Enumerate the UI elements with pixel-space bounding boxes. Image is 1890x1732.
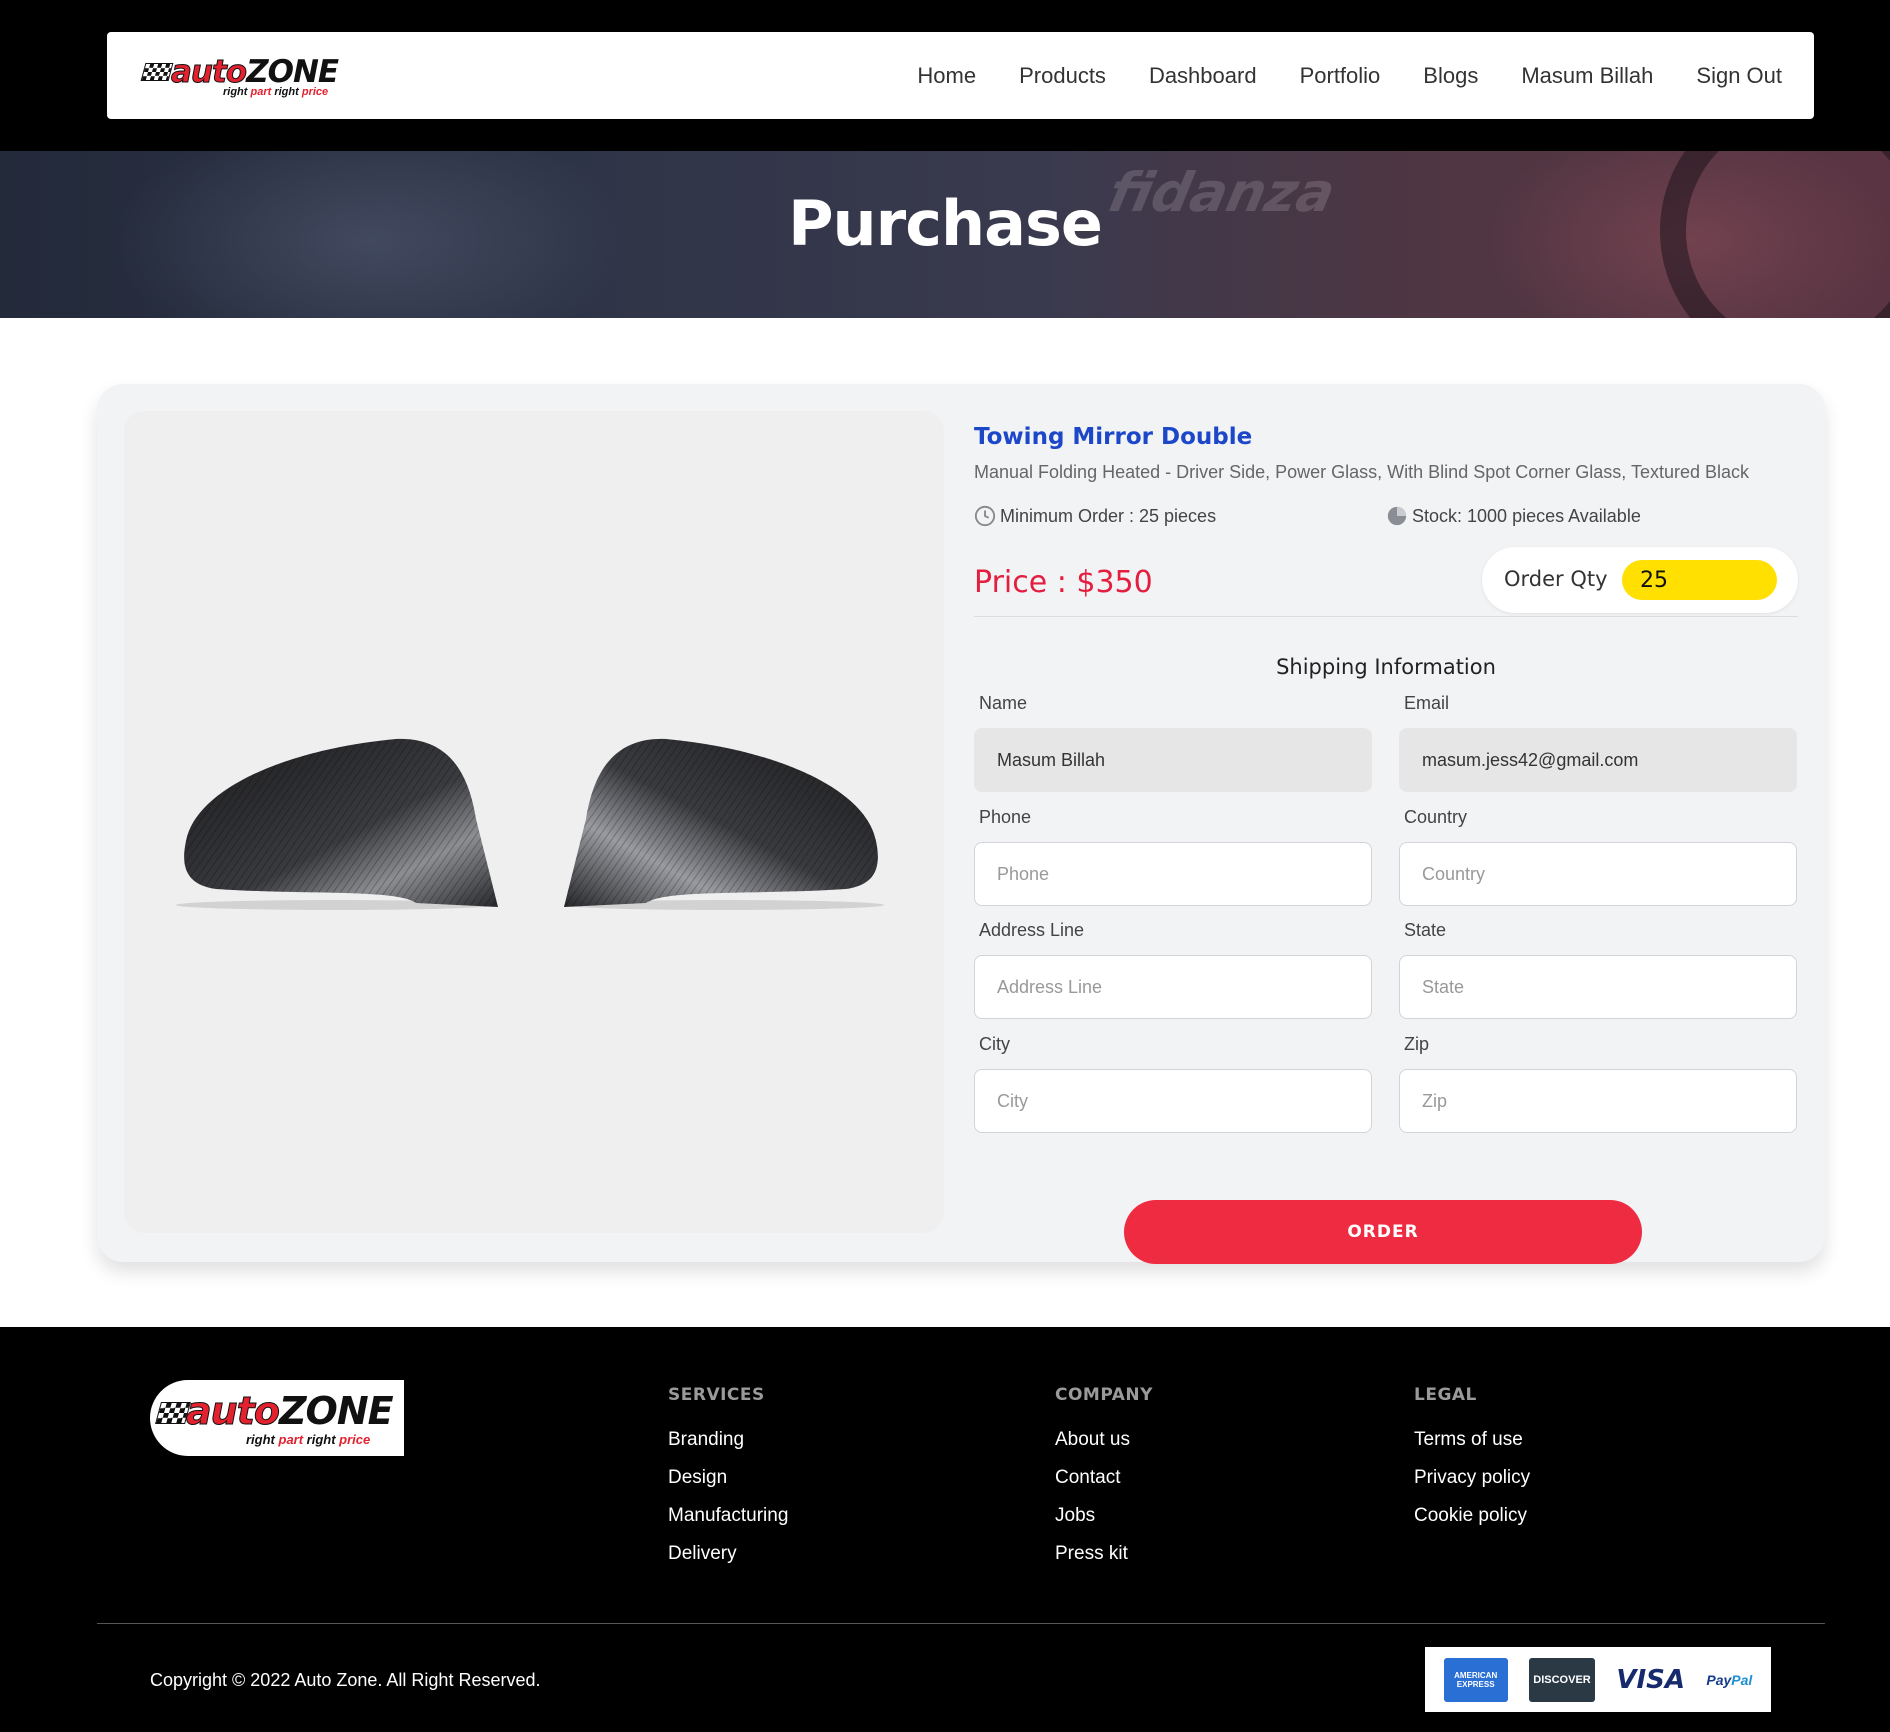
order-qty-control: Order Qty: [1482, 547, 1798, 613]
price-row: Price : $350 Order Qty: [974, 547, 1798, 617]
footer-services-heading: SERVICES: [668, 1385, 765, 1405]
footer-legal: LEGAL Terms of use Privacy policy Cookie…: [1414, 1385, 1530, 1543]
footer-link-design[interactable]: Design: [668, 1467, 788, 1489]
email-field-group: Email: [1399, 693, 1797, 792]
footer-link-terms[interactable]: Terms of use: [1414, 1429, 1530, 1451]
product-title: Towing Mirror Double: [974, 424, 1253, 450]
product-image-mirror-left: [176, 738, 498, 910]
footer-link-jobs[interactable]: Jobs: [1055, 1505, 1153, 1527]
clock-icon: [974, 505, 996, 527]
logo-tagline: right part right price: [223, 86, 329, 98]
country-field-group: Country: [1399, 807, 1797, 906]
paypal-text-1: Pay: [1706, 1671, 1732, 1688]
paypal-text-2: Pal: [1731, 1671, 1753, 1688]
minimum-order-text: Minimum Order : 25 pieces: [1000, 505, 1217, 526]
footer-company-heading: COMPANY: [1055, 1385, 1153, 1405]
product-meta: Minimum Order : 25 pieces Stock: 1000 pi…: [974, 505, 1798, 535]
hero-banner: fidanza Purchase: [0, 151, 1890, 318]
country-label: Country: [1404, 807, 1468, 827]
product-description: Manual Folding Heated - Driver Side, Pow…: [974, 462, 1749, 482]
purchase-card: Towing Mirror Double Manual Folding Heat…: [97, 384, 1825, 1264]
address-input[interactable]: [974, 955, 1372, 1019]
phone-input[interactable]: [974, 842, 1372, 906]
shipping-form: Name Email Phone Country Address Line St…: [974, 693, 1798, 1143]
shipping-title: Shipping Information: [1276, 655, 1496, 679]
footer-logo-wordmark: autoZONE: [186, 1389, 394, 1433]
footer-company: COMPANY About us Contact Jobs Press kit: [1055, 1385, 1153, 1581]
address-label: Address Line: [979, 920, 1085, 940]
name-field-group: Name: [974, 693, 1372, 792]
page-title: Purchase: [788, 187, 1103, 260]
footer-link-delivery[interactable]: Delivery: [668, 1543, 788, 1565]
logo-wordmark: autoZONE: [170, 54, 339, 91]
visa-icon: VISA: [1616, 1664, 1686, 1695]
footer: autoZONE right part right price SERVICES…: [0, 1327, 1890, 1732]
country-input[interactable]: [1399, 842, 1797, 906]
checkered-flag-icon: [140, 63, 174, 81]
nav-products[interactable]: Products: [1019, 63, 1106, 89]
phone-label: Phone: [979, 807, 1032, 827]
copyright-text: Copyright © 2022 Auto Zone. All Right Re…: [150, 1670, 541, 1690]
footer-divider: [97, 1623, 1825, 1624]
zip-field-group: Zip: [1399, 1034, 1797, 1133]
paypal-icon: Pay Pal: [1706, 1672, 1752, 1688]
city-field-group: City: [974, 1034, 1372, 1133]
product-image-panel: [124, 411, 944, 1233]
footer-link-manufacturing[interactable]: Manufacturing: [668, 1505, 788, 1527]
state-label: State: [1404, 920, 1447, 940]
zip-label: Zip: [1404, 1034, 1430, 1054]
nav-sign-out[interactable]: Sign Out: [1696, 63, 1782, 89]
footer-logo[interactable]: autoZONE right part right price: [150, 1380, 404, 1456]
top-bar: autoZONE right part right price Home Pro…: [0, 0, 1890, 151]
nav-portfolio[interactable]: Portfolio: [1300, 63, 1381, 89]
footer-link-privacy[interactable]: Privacy policy: [1414, 1467, 1530, 1489]
amex-icon: AMERICAN EXPRESS: [1443, 1657, 1508, 1702]
order-qty-input[interactable]: [1622, 560, 1777, 600]
state-input[interactable]: [1399, 955, 1797, 1019]
nav-dashboard[interactable]: Dashboard: [1149, 63, 1257, 89]
product-price: Price : $350: [974, 565, 1153, 600]
footer-link-branding[interactable]: Branding: [668, 1429, 788, 1451]
order-qty-label: Order Qty: [1504, 567, 1608, 591]
site-logo[interactable]: autoZONE right part right price: [140, 54, 348, 100]
footer-link-press-kit[interactable]: Press kit: [1055, 1543, 1153, 1565]
nav-home[interactable]: Home: [917, 63, 976, 89]
minimum-order: Minimum Order : 25 pieces: [974, 505, 1216, 527]
stock-info: Stock: 1000 pieces Available: [1386, 505, 1641, 527]
email-input[interactable]: [1399, 728, 1797, 792]
navbar: autoZONE right part right price Home Pro…: [107, 32, 1814, 119]
zip-input[interactable]: [1399, 1069, 1797, 1133]
main-nav: Home Products Dashboard Portfolio Blogs …: [917, 32, 1782, 119]
nav-user-name[interactable]: Masum Billah: [1521, 63, 1653, 89]
pie-chart-icon: [1387, 506, 1407, 526]
payment-methods: AMERICAN EXPRESS DISCOVER VISA Pay Pal: [1425, 1647, 1771, 1712]
state-field-group: State: [1399, 920, 1797, 1019]
order-button[interactable]: ORDER: [1124, 1200, 1642, 1264]
city-label: City: [979, 1034, 1010, 1054]
discover-icon: DISCOVER: [1529, 1657, 1596, 1702]
address-field-group: Address Line: [974, 920, 1372, 1019]
footer-link-contact[interactable]: Contact: [1055, 1467, 1153, 1489]
nav-blogs[interactable]: Blogs: [1423, 63, 1478, 89]
name-label: Name: [979, 693, 1028, 713]
stock-text: Stock: 1000 pieces Available: [1412, 505, 1641, 526]
footer-link-cookie[interactable]: Cookie policy: [1414, 1505, 1530, 1527]
name-input[interactable]: [974, 728, 1372, 792]
product-info: Towing Mirror Double Manual Folding Heat…: [974, 424, 1798, 1264]
footer-legal-heading: LEGAL: [1414, 1385, 1477, 1405]
phone-field-group: Phone: [974, 807, 1372, 906]
product-image-mirror-right: [564, 738, 884, 910]
footer-services: SERVICES Branding Design Manufacturing D…: [668, 1385, 788, 1581]
footer-logo-tagline: right part right price: [246, 1432, 371, 1447]
city-input[interactable]: [974, 1069, 1372, 1133]
email-label: Email: [1404, 693, 1450, 713]
footer-link-about[interactable]: About us: [1055, 1429, 1153, 1451]
